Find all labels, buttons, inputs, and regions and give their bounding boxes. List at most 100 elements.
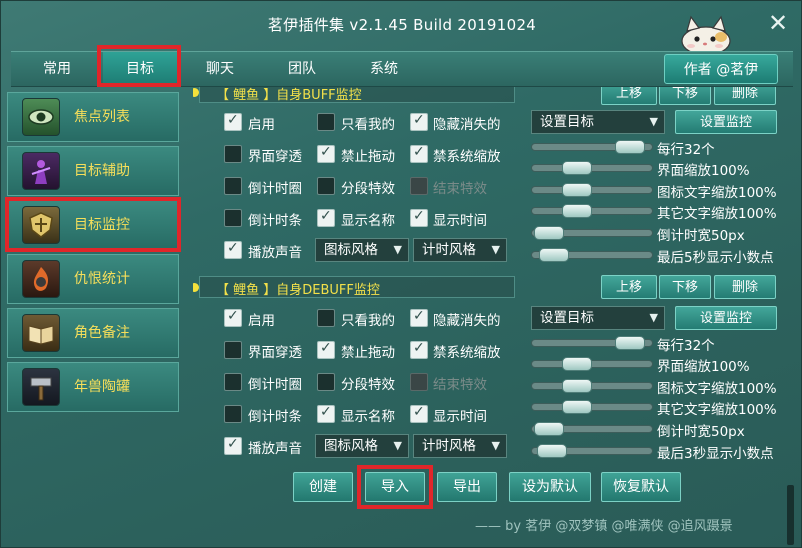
restore-default-button[interactable]: 恢复默认 <box>601 472 681 502</box>
golden-shield-icon <box>22 206 60 244</box>
close-icon[interactable]: ✕ <box>767 11 789 35</box>
dropdown-arrow-icon: ▼ <box>491 243 500 256</box>
move-up-button[interactable]: 上移 <box>601 87 657 105</box>
timer-style-dropdown[interactable]: 计时风格 ▼ <box>413 434 507 458</box>
target-select-dropdown[interactable]: 设置目标 ▼ <box>531 306 665 330</box>
show-time-checkbox[interactable] <box>410 404 428 423</box>
set-monitor-button[interactable]: 设置监控 <box>675 110 777 134</box>
segment-effect-checkbox[interactable] <box>317 373 335 391</box>
show-name-checkbox[interactable] <box>317 404 335 423</box>
delete-button[interactable]: 删除 <box>714 275 776 299</box>
delete-button[interactable]: 删除 <box>714 87 776 105</box>
move-down-button[interactable]: 下移 <box>659 275 711 299</box>
decimal-seconds-slider[interactable] <box>531 248 653 262</box>
open-book-icon <box>22 314 60 352</box>
tab-common[interactable]: 常用 <box>11 52 103 86</box>
per-row-slider[interactable] <box>531 336 653 350</box>
slider-knob[interactable] <box>539 248 570 262</box>
decimal-seconds-slider[interactable] <box>531 444 653 458</box>
slider-knob[interactable] <box>561 379 592 393</box>
icon-text-scale-slider[interactable] <box>531 379 653 393</box>
hammer-icon <box>22 368 60 406</box>
panel-header-text: 【 鲤鱼 】自身BUFF监控 <box>216 88 362 103</box>
sidebar-item-beast-jar[interactable]: 年兽陶罐 <box>7 362 179 412</box>
target-select-value: 设置目标 <box>540 310 594 326</box>
set-monitor-button[interactable]: 设置监控 <box>675 306 777 330</box>
ui-passthrough-checkbox[interactable] <box>224 341 242 359</box>
purple-figure-icon <box>22 152 60 190</box>
segment-effect-checkbox[interactable] <box>317 177 335 195</box>
tab-target[interactable]: 目标 <box>103 52 177 86</box>
tab-system[interactable]: 系统 <box>351 52 417 86</box>
sidebar-item-target-assist[interactable]: 目标辅助 <box>7 146 179 196</box>
monitor-list: 【 鲤鱼 】自身BUFF监控 上移 下移 删除 启用 只看我的 隐藏消失的 设置… <box>193 87 785 537</box>
sidebar-item-label: 角色备注 <box>74 325 130 341</box>
author-button[interactable]: 作者 @茗伊 <box>664 54 778 84</box>
create-button[interactable]: 创建 <box>293 472 353 502</box>
ui-scale-slider[interactable] <box>531 357 653 371</box>
countdown-circle-checkbox[interactable] <box>224 177 242 195</box>
slider-knob[interactable] <box>537 444 568 458</box>
icon-style-dropdown[interactable]: 图标风格 ▼ <box>315 238 409 262</box>
title-bar[interactable]: 茗伊插件集 v2.1.45 Build 20191024 ✕ <box>1 1 801 56</box>
per-row-slider[interactable] <box>531 140 653 154</box>
only-mine-label: 只看我的 <box>341 313 395 329</box>
countdown-bar-checkbox[interactable] <box>224 209 242 227</box>
icon-style-dropdown[interactable]: 图标风格 ▼ <box>315 434 409 458</box>
ui-passthrough-checkbox[interactable] <box>224 145 242 163</box>
sidebar-item-character-notes[interactable]: 角色备注 <box>7 308 179 358</box>
slider-knob[interactable] <box>614 140 645 154</box>
show-name-checkbox[interactable] <box>317 208 335 227</box>
hide-vanish-checkbox[interactable] <box>410 308 428 327</box>
slider-knob[interactable] <box>533 422 564 436</box>
tab-team[interactable]: 团队 <box>269 52 335 86</box>
ui-scale-slider[interactable] <box>531 161 653 175</box>
slider-knob[interactable] <box>561 400 592 414</box>
enable-label: 启用 <box>248 313 275 329</box>
scrollbar[interactable] <box>787 485 794 545</box>
only-mine-checkbox[interactable] <box>317 309 335 327</box>
slider-knob[interactable] <box>561 357 592 371</box>
countdown-width-slider[interactable] <box>531 422 653 436</box>
slider-knob[interactable] <box>614 336 645 350</box>
no-drag-checkbox[interactable] <box>317 340 335 359</box>
play-sound-checkbox[interactable] <box>224 240 242 259</box>
tab-chat[interactable]: 聊天 <box>187 52 253 86</box>
play-sound-checkbox[interactable] <box>224 436 242 455</box>
move-down-button[interactable]: 下移 <box>659 87 711 105</box>
timer-style-dropdown[interactable]: 计时风格 ▼ <box>413 238 507 262</box>
sidebar: 焦点列表 目标辅助 目标监控 仇恨统计 角色备注 年兽陶罐 <box>7 92 179 412</box>
countdown-bar-label: 倒计时条 <box>248 213 302 229</box>
no-sys-scale-checkbox[interactable] <box>410 144 428 163</box>
show-time-checkbox[interactable] <box>410 208 428 227</box>
import-button[interactable]: 导入 <box>365 472 425 502</box>
icon-text-scale-slider[interactable] <box>531 183 653 197</box>
timer-style-value: 计时风格 <box>422 242 476 258</box>
enable-checkbox[interactable] <box>224 308 242 327</box>
sidebar-item-focus-list[interactable]: 焦点列表 <box>7 92 179 142</box>
sidebar-item-target-monitor[interactable]: 目标监控 <box>7 200 179 250</box>
slider-knob[interactable] <box>533 226 564 240</box>
countdown-bar-checkbox[interactable] <box>224 405 242 423</box>
sidebar-item-threat-stats[interactable]: 仇恨统计 <box>7 254 179 304</box>
enable-checkbox[interactable] <box>224 112 242 131</box>
countdown-width-label: 倒计时宽50px <box>657 228 745 244</box>
other-text-scale-slider[interactable] <box>531 204 653 218</box>
no-drag-checkbox[interactable] <box>317 144 335 163</box>
other-text-scale-slider[interactable] <box>531 400 653 414</box>
icon-style-value: 图标风格 <box>324 438 378 454</box>
target-select-dropdown[interactable]: 设置目标 ▼ <box>531 110 665 134</box>
hide-vanish-checkbox[interactable] <box>410 112 428 131</box>
no-sys-scale-checkbox[interactable] <box>410 340 428 359</box>
only-mine-checkbox[interactable] <box>317 113 335 131</box>
countdown-circle-checkbox[interactable] <box>224 373 242 391</box>
slider-knob[interactable] <box>561 161 592 175</box>
set-default-button[interactable]: 设为默认 <box>509 472 591 502</box>
countdown-width-slider[interactable] <box>531 226 653 240</box>
move-up-button[interactable]: 上移 <box>601 275 657 299</box>
slider-knob[interactable] <box>561 204 592 218</box>
ui-scale-label: 界面缩放100% <box>657 163 750 179</box>
per-row-label: 每行32个 <box>657 142 715 158</box>
slider-knob[interactable] <box>561 183 592 197</box>
export-button[interactable]: 导出 <box>437 472 497 502</box>
